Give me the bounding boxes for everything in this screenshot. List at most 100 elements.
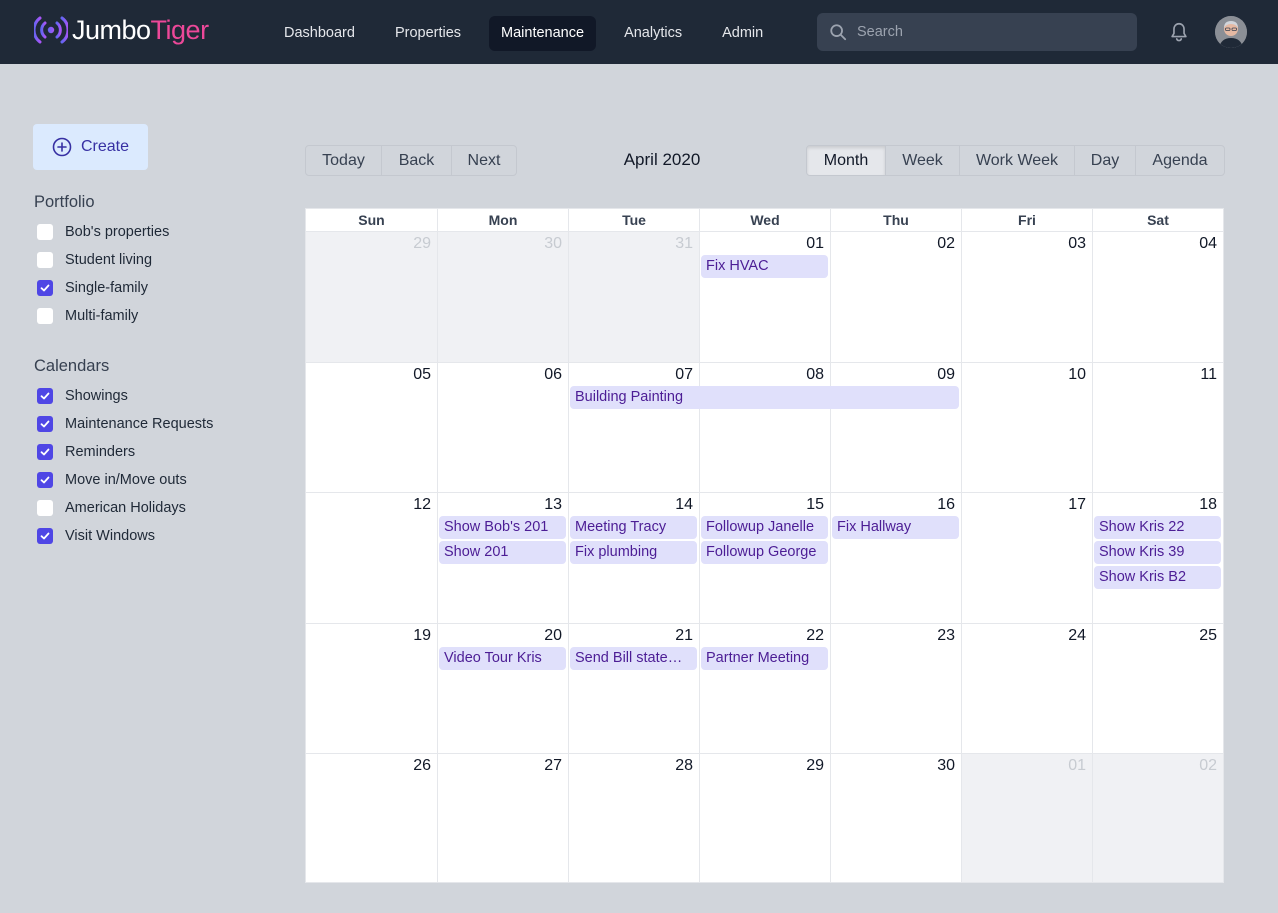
day-number[interactable]: 02	[937, 235, 955, 253]
calendar-event[interactable]: Show Kris 39	[1094, 541, 1221, 564]
nav-item-maintenance[interactable]: Maintenance	[489, 16, 597, 51]
logo[interactable]: JumboTiger	[34, 14, 209, 46]
day-number[interactable]: 18	[1199, 496, 1217, 514]
checkbox-checked[interactable]	[37, 444, 53, 460]
filter-american-holidays[interactable]: American Holidays	[37, 498, 186, 518]
checkbox-checked[interactable]	[37, 388, 53, 404]
day-cell[interactable]: 29	[699, 753, 830, 882]
day-number[interactable]: 23	[937, 627, 955, 645]
day-number[interactable]: 31	[675, 235, 693, 253]
filter-reminders[interactable]: Reminders	[37, 442, 135, 462]
day-cell[interactable]: 05	[306, 362, 437, 492]
calendar-event[interactable]: Fix Hallway	[832, 516, 959, 539]
day-cell[interactable]: 06	[437, 362, 568, 492]
view-month-button[interactable]: Month	[807, 146, 886, 175]
day-number[interactable]: 14	[675, 496, 693, 514]
checkbox-unchecked[interactable]	[37, 308, 53, 324]
nav-item-analytics[interactable]: Analytics	[612, 16, 694, 51]
bell-icon[interactable]	[1168, 21, 1190, 43]
filter-single-family[interactable]: Single-family	[37, 278, 148, 298]
day-number[interactable]: 07	[675, 366, 693, 384]
day-number[interactable]: 01	[806, 235, 824, 253]
day-number[interactable]: 12	[413, 496, 431, 514]
day-number[interactable]: 13	[544, 496, 562, 514]
day-number[interactable]: 30	[544, 235, 562, 253]
day-cell[interactable]: 26	[306, 753, 437, 882]
day-cell[interactable]: 30	[830, 753, 961, 882]
day-number[interactable]: 17	[1068, 496, 1086, 514]
day-cell[interactable]: 07	[568, 362, 699, 492]
filter-maintenance-requests[interactable]: Maintenance Requests	[37, 414, 213, 434]
day-cell[interactable]: 20	[437, 623, 568, 753]
day-cell[interactable]: 09	[830, 362, 961, 492]
calendar-event[interactable]: Followup Janelle	[701, 516, 828, 539]
day-cell[interactable]: 01	[961, 753, 1092, 882]
checkbox-checked[interactable]	[37, 528, 53, 544]
day-cell[interactable]: 31	[568, 231, 699, 362]
day-number[interactable]: 01	[1068, 757, 1086, 775]
day-number[interactable]: 22	[806, 627, 824, 645]
day-cell[interactable]: 17	[961, 492, 1092, 623]
next-button[interactable]: Next	[452, 146, 516, 175]
filter-showings[interactable]: Showings	[37, 386, 128, 406]
day-number[interactable]: 03	[1068, 235, 1086, 253]
create-button[interactable]: Create	[33, 124, 148, 170]
nav-item-properties[interactable]: Properties	[383, 16, 473, 51]
day-cell[interactable]: 21	[568, 623, 699, 753]
day-number[interactable]: 06	[544, 366, 562, 384]
calendar-event[interactable]: Show Kris B2	[1094, 566, 1221, 589]
day-number[interactable]: 20	[544, 627, 562, 645]
filter-multi-family[interactable]: Multi-family	[37, 306, 138, 326]
day-cell[interactable]: 02	[830, 231, 961, 362]
checkbox-unchecked[interactable]	[37, 224, 53, 240]
calendar-event[interactable]: Fix HVAC	[701, 255, 828, 278]
back-button[interactable]: Back	[382, 146, 452, 175]
day-number[interactable]: 16	[937, 496, 955, 514]
filter-student-living[interactable]: Student living	[37, 250, 152, 270]
day-cell[interactable]: 29	[306, 231, 437, 362]
calendar-event[interactable]: Fix plumbing	[570, 541, 697, 564]
day-cell[interactable]: 10	[961, 362, 1092, 492]
day-cell[interactable]: 01	[699, 231, 830, 362]
day-cell[interactable]: 04	[1092, 231, 1223, 362]
checkbox-unchecked[interactable]	[37, 500, 53, 516]
view-day-button[interactable]: Day	[1075, 146, 1136, 175]
day-number[interactable]: 08	[806, 366, 824, 384]
calendar-event[interactable]: Send Bill statement	[570, 647, 697, 670]
checkbox-checked[interactable]	[37, 416, 53, 432]
search-box[interactable]	[817, 13, 1137, 51]
nav-item-dashboard[interactable]: Dashboard	[272, 16, 367, 51]
day-number[interactable]: 29	[413, 235, 431, 253]
calendar-event[interactable]: Followup George	[701, 541, 828, 564]
calendar-event[interactable]: Meeting Tracy	[570, 516, 697, 539]
day-cell[interactable]: 19	[306, 623, 437, 753]
day-number[interactable]: 25	[1199, 627, 1217, 645]
day-cell[interactable]: 25	[1092, 623, 1223, 753]
calendar-event[interactable]: Building Painting	[570, 386, 959, 409]
day-number[interactable]: 09	[937, 366, 955, 384]
day-cell[interactable]: 02	[1092, 753, 1223, 882]
checkbox-checked[interactable]	[37, 280, 53, 296]
day-number[interactable]: 15	[806, 496, 824, 514]
day-number[interactable]: 21	[675, 627, 693, 645]
day-number[interactable]: 02	[1199, 757, 1217, 775]
avatar[interactable]	[1215, 16, 1247, 48]
filter-visit-windows[interactable]: Visit Windows	[37, 526, 155, 546]
day-number[interactable]: 05	[413, 366, 431, 384]
calendar-event[interactable]: Partner Meeting	[701, 647, 828, 670]
day-number[interactable]: 30	[937, 757, 955, 775]
day-number[interactable]: 26	[413, 757, 431, 775]
calendar-event[interactable]: Show Kris 22	[1094, 516, 1221, 539]
day-cell[interactable]: 23	[830, 623, 961, 753]
today-button[interactable]: Today	[306, 146, 382, 175]
day-number[interactable]: 29	[806, 757, 824, 775]
day-number[interactable]: 10	[1068, 366, 1086, 384]
day-cell[interactable]: 30	[437, 231, 568, 362]
filter-move-in-move-outs[interactable]: Move in/Move outs	[37, 470, 187, 490]
day-cell[interactable]: 16	[830, 492, 961, 623]
day-number[interactable]: 24	[1068, 627, 1086, 645]
day-cell[interactable]: 28	[568, 753, 699, 882]
view-work-week-button[interactable]: Work Week	[960, 146, 1075, 175]
calendar-event[interactable]: Show 201	[439, 541, 566, 564]
day-number[interactable]: 19	[413, 627, 431, 645]
